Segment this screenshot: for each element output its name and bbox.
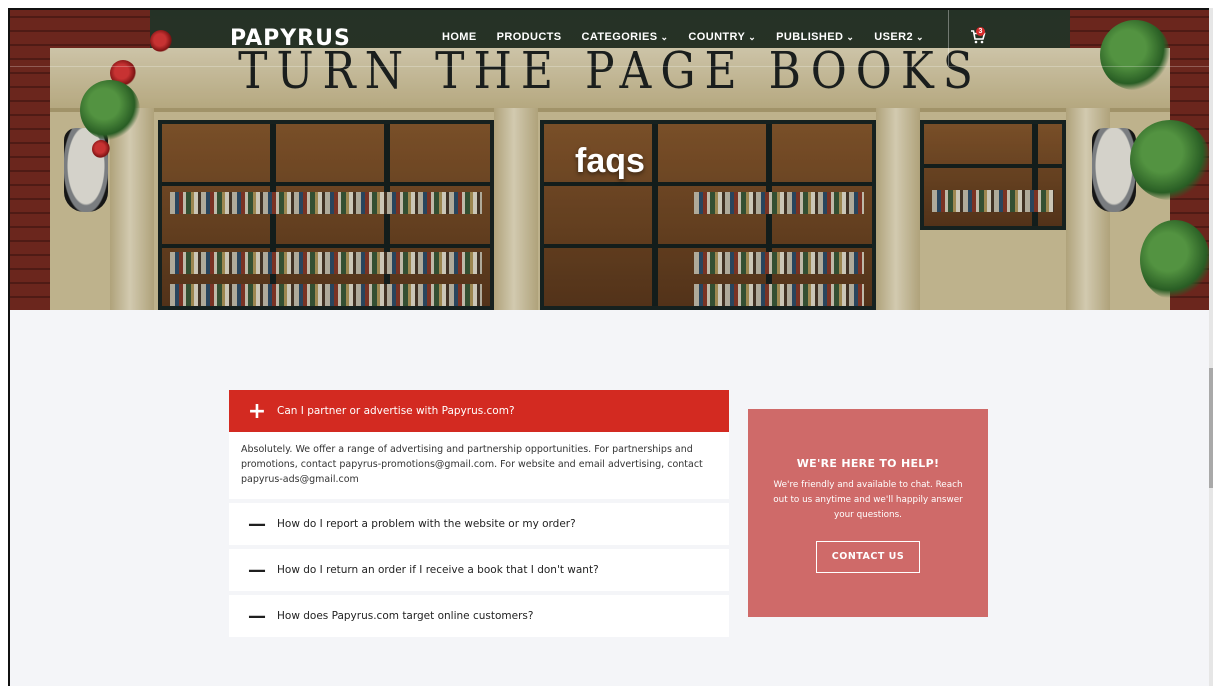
- faq-item: + Can I partner or advertise with Papyru…: [229, 390, 729, 499]
- contact-us-button[interactable]: CONTACT US: [816, 541, 920, 573]
- faq-question: How do I return an order if I receive a …: [277, 564, 599, 576]
- nav-categories[interactable]: CATEGORIES ⌄: [582, 31, 669, 43]
- nav-products[interactable]: PRODUCTS: [497, 31, 562, 43]
- faq-item: — How do I report a problem with the web…: [229, 503, 729, 545]
- faq-question: Can I partner or advertise with Papyrus.…: [277, 405, 515, 417]
- minus-icon: —: [248, 605, 266, 627]
- help-panel: WE'RE HERE TO HELP! We're friendly and a…: [748, 409, 988, 617]
- top-navigation: PAPYRUS HOME PRODUCTS CATEGORIES ⌄ COUNTR…: [10, 10, 1210, 67]
- page-title: faqs: [575, 142, 645, 180]
- page-scrollbar[interactable]: [1209, 8, 1213, 686]
- logo-text: PAPYRUS: [230, 26, 351, 51]
- minus-icon: —: [248, 513, 266, 535]
- faq-item: — How does Papyrus.com target online cus…: [229, 595, 729, 637]
- cart-count-badge: 3: [976, 27, 985, 36]
- plus-icon: +: [247, 398, 267, 424]
- browser-viewport: TURN THE PAGE BOOKS faqs PAPYRUS HOME PR…: [8, 8, 1210, 686]
- faq-answer: Absolutely. We offer a range of advertis…: [229, 432, 729, 499]
- minus-icon: —: [248, 559, 266, 581]
- chevron-down-icon: ⌄: [748, 32, 757, 42]
- chevron-down-icon: ⌄: [660, 32, 669, 42]
- faq-question-toggle[interactable]: — How do I return an order if I receive …: [229, 549, 729, 591]
- nav-home[interactable]: HOME: [442, 31, 477, 43]
- chevron-down-icon: ⌄: [915, 32, 924, 42]
- nav-divider: [948, 10, 949, 66]
- faq-accordion: + Can I partner or advertise with Papyru…: [229, 390, 729, 641]
- nav-user[interactable]: USER2 ⌄: [874, 31, 924, 43]
- papyrus-logo[interactable]: PAPYRUS: [230, 26, 351, 51]
- scrollbar-thumb[interactable]: [1209, 368, 1213, 488]
- nav-country[interactable]: COUNTRY ⌄: [688, 31, 756, 43]
- main-menu: HOME PRODUCTS CATEGORIES ⌄ COUNTRY ⌄ PUBLI…: [442, 31, 924, 43]
- help-text: We're friendly and available to chat. Re…: [773, 480, 963, 520]
- faq-question-toggle[interactable]: — How does Papyrus.com target online cus…: [229, 595, 729, 637]
- faq-question: How do I report a problem with the websi…: [277, 518, 576, 530]
- faq-question-toggle[interactable]: — How do I report a problem with the web…: [229, 503, 729, 545]
- faq-question: How does Papyrus.com target online custo…: [277, 610, 534, 622]
- nav-published[interactable]: PUBLISHED ⌄: [776, 31, 854, 43]
- help-title: WE'RE HERE TO HELP!: [796, 457, 940, 470]
- faq-item: — How do I return an order if I receive …: [229, 549, 729, 591]
- chevron-down-icon: ⌄: [846, 32, 855, 42]
- faq-question-toggle[interactable]: + Can I partner or advertise with Papyru…: [229, 390, 729, 432]
